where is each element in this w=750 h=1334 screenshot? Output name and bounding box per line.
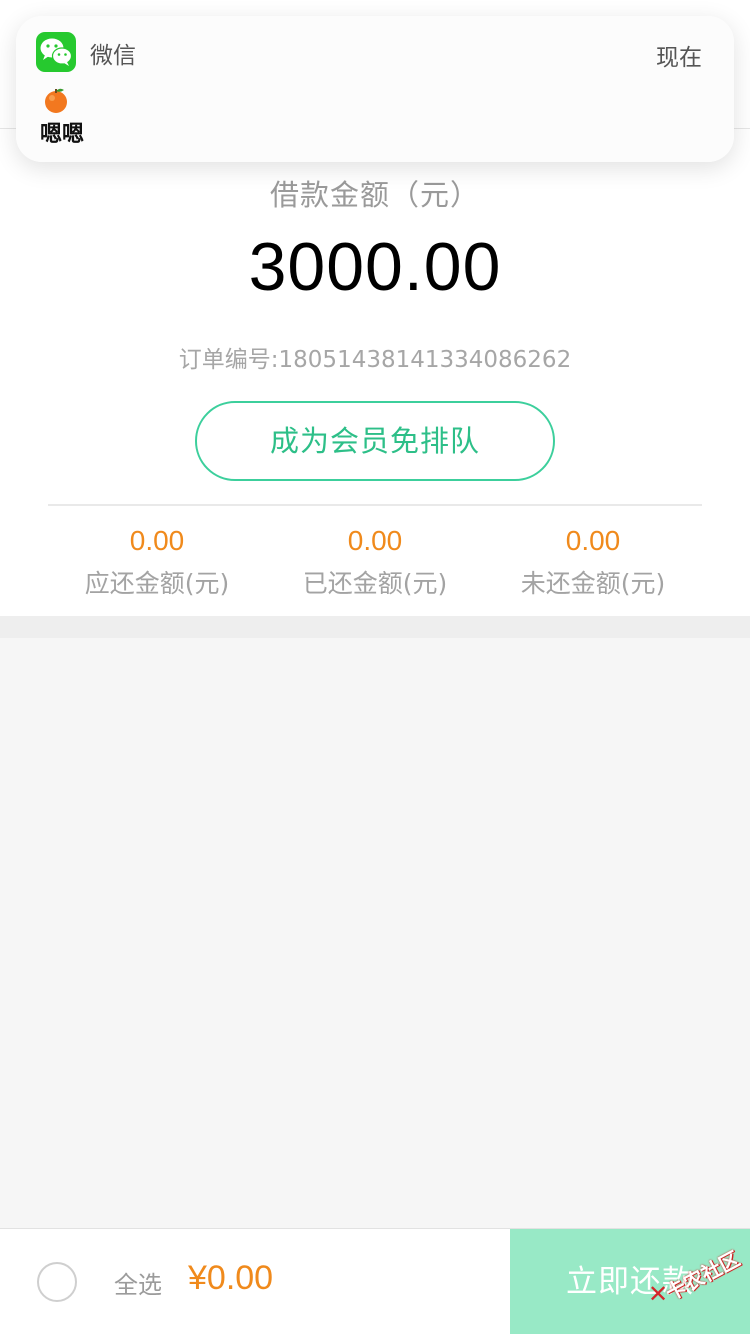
orange-icon [42,86,70,114]
bottom-action-bar: 全选 ¥0.00 立即还款 [0,1228,750,1334]
stat-unpaid-value: 0.00 [565,525,621,556]
stat-paid-value: 0.00 [347,525,403,556]
order-number: 订单编号:18051438141334086262 [178,347,572,373]
select-all-label[interactable]: 全选 [114,1265,162,1300]
wechat-notification-banner[interactable]: 微信 现在 嗯嗯 [16,16,734,162]
stat-paid: 0.00 已还金额(元) [266,520,484,610]
stats-divider [48,504,702,506]
stat-unpaid-label: 未还金额(元) [520,569,666,598]
wechat-icon [36,32,76,72]
repay-now-button[interactable]: 立即还款 [510,1229,750,1334]
total-amount: ¥0.00 [188,1259,274,1297]
stat-paid-label: 已还金额(元) [302,569,448,598]
select-all-radio[interactable] [37,1262,77,1302]
notification-message: 嗯嗯 [40,122,85,147]
stat-unpaid: 0.00 未还金额(元) [484,520,702,610]
stat-due: 0.00 应还金额(元) [48,520,266,610]
loan-amount-label: 借款金额（元） [269,178,480,212]
section-separator [0,616,750,638]
repayment-page: 借款金额（元） 3000.00 订单编号:1805143814133408626… [0,0,750,1334]
loan-amount-value: 3000.00 [248,229,502,305]
stat-due-label: 应还金额(元) [84,569,230,598]
notification-app-name: 微信 [90,43,136,69]
notification-time: 现在 [656,45,702,71]
repayment-stats: 0.00 应还金额(元) 0.00 已还金额(元) 0.00 未还金额(元) [48,520,702,610]
stat-due-value: 0.00 [129,525,185,556]
become-member-button[interactable]: 成为会员免排队 [195,401,555,481]
